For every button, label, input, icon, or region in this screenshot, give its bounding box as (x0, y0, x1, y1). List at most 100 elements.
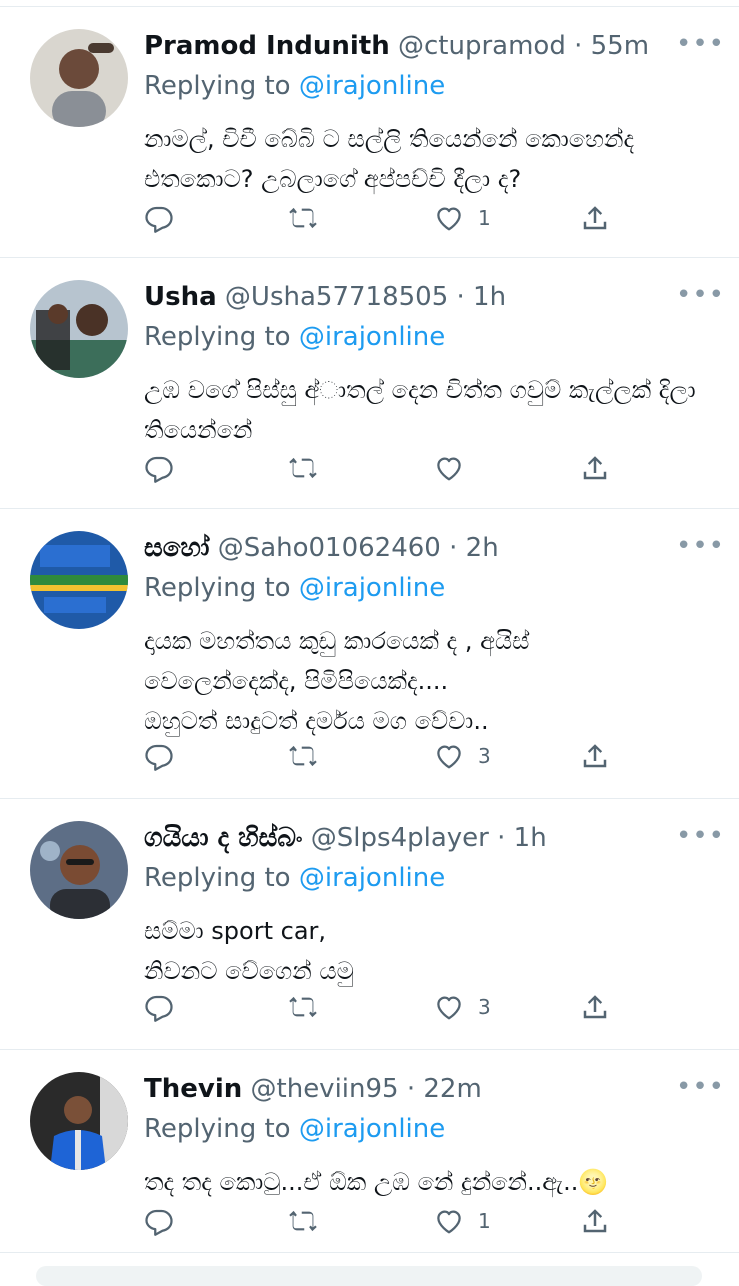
share-button[interactable] (580, 448, 610, 488)
avatar[interactable] (30, 821, 128, 919)
avatar[interactable] (30, 531, 128, 629)
retweet-button[interactable] (288, 198, 318, 238)
reply-button[interactable] (144, 987, 174, 1027)
timestamp[interactable]: 55m (591, 31, 649, 61)
dot-separator: · (488, 823, 514, 853)
dot-separator: · (448, 282, 474, 312)
display-name[interactable]: ගයියා ද හිස්බං (144, 823, 303, 853)
heart-icon (437, 457, 461, 481)
display-name[interactable]: Pramod Indunith (144, 31, 390, 61)
tweet-actions: 1 (144, 1201, 614, 1241)
user-handle[interactable]: @Slps4player (311, 823, 489, 853)
tweet-text: තද තද කොටු...ඒ ඕක උඹ නේ දුන්නේ..ඇ..🌝 (144, 1168, 609, 1196)
like-count: 1 (478, 206, 491, 230)
like-button[interactable]: 1 (434, 1201, 491, 1241)
tweet-actions (144, 448, 614, 488)
retweet-icon (289, 457, 317, 479)
timestamp[interactable]: 2h (466, 533, 499, 563)
tweet-header: සහෝ @Saho01062460 · 2h (144, 531, 499, 565)
avatar[interactable] (30, 1072, 128, 1170)
dot-separator: · (398, 1074, 424, 1104)
tweet-text: උඹ වගේ පිස්සු අ්ාතල් දෙන චිත්ත ගවුම් කැල… (144, 376, 696, 444)
display-name[interactable]: සහෝ (144, 533, 209, 563)
display-name[interactable]: Thevin (144, 1074, 242, 1104)
share-button[interactable] (580, 1201, 610, 1241)
replying-to: Replying to @irajonline (144, 320, 445, 354)
retweet-button[interactable] (288, 1201, 318, 1241)
like-button[interactable]: 3 (434, 736, 491, 776)
like-count: 1 (478, 1209, 491, 1233)
avatar[interactable] (30, 280, 128, 378)
share-icon (583, 456, 607, 480)
tweet-reply[interactable]: ගයියා ද හිස්බං @Slps4player · 1h ••• Rep… (0, 799, 739, 1050)
tweet-header: Thevin @theviin95 · 22m (144, 1072, 482, 1106)
tweet-text: සම්මා sport car, නිවනට වේගෙන් යමු (144, 917, 354, 985)
tweet-header: Usha @Usha57718505 · 1h (144, 280, 506, 314)
dot-separator: · (440, 533, 466, 563)
like-button[interactable]: 1 (434, 198, 491, 238)
tweet-reply[interactable]: Usha @Usha57718505 · 1h ••• Replying to … (0, 258, 739, 509)
more-options-icon[interactable]: ••• (676, 280, 724, 310)
reply-button[interactable] (144, 198, 174, 238)
reply-button[interactable] (144, 1201, 174, 1241)
reply-composer-bar[interactable] (36, 1266, 702, 1286)
more-options-icon[interactable]: ••• (676, 1072, 724, 1102)
timestamp[interactable]: 1h (514, 823, 547, 853)
reply-icon (145, 206, 173, 233)
avatar[interactable] (30, 29, 128, 127)
user-handle[interactable]: @theviin95 (251, 1074, 399, 1104)
replying-label: Replying to (144, 1114, 291, 1144)
share-button[interactable] (580, 198, 610, 238)
replying-handle-link[interactable]: @irajonline (299, 322, 445, 352)
tweet-reply[interactable]: සහෝ @Saho01062460 · 2h ••• Replying to @… (0, 509, 739, 799)
like-button[interactable]: 3 (434, 987, 491, 1027)
replying-handle-link[interactable]: @irajonline (299, 71, 445, 101)
like-button[interactable] (434, 448, 478, 488)
user-handle[interactable]: @Saho01062460 (218, 533, 441, 563)
reply-icon (145, 1209, 173, 1236)
heart-icon (437, 207, 461, 231)
tweet-header: Pramod Indunith @ctupramod · 55m (144, 29, 649, 63)
timestamp[interactable]: 22m (423, 1074, 481, 1104)
share-button[interactable] (580, 736, 610, 776)
heart-icon (437, 996, 461, 1020)
replying-handle-link[interactable]: @irajonline (299, 573, 445, 603)
replying-handle-link[interactable]: @irajonline (299, 1114, 445, 1144)
retweet-button[interactable] (288, 987, 318, 1027)
share-icon (583, 1209, 607, 1233)
display-name[interactable]: Usha (144, 282, 217, 312)
dot-separator: · (565, 31, 591, 61)
replying-label: Replying to (144, 863, 291, 893)
more-options-icon[interactable]: ••• (676, 821, 724, 851)
tweet-header: ගයියා ද හිස්බං @Slps4player · 1h (144, 821, 547, 855)
top-divider (0, 0, 739, 7)
reply-icon (145, 744, 173, 771)
share-icon (583, 995, 607, 1019)
more-options-icon[interactable]: ••• (676, 29, 724, 59)
retweet-button[interactable] (288, 448, 318, 488)
share-button[interactable] (580, 987, 610, 1027)
retweet-button[interactable] (288, 736, 318, 776)
tweet-reply[interactable]: Pramod Indunith @ctupramod · 55m ••• Rep… (0, 7, 739, 258)
heart-icon (437, 745, 461, 769)
tweet-actions: 3 (144, 987, 614, 1027)
retweet-icon (289, 1210, 317, 1232)
heart-icon (437, 1210, 461, 1234)
tweet-reply[interactable]: Thevin @theviin95 · 22m ••• Replying to … (0, 1050, 739, 1253)
replying-to: Replying to @irajonline (144, 571, 445, 605)
tweet-text: නාමල්, චිචී බේබි ට සල්ලි තියෙන්නේ කොහෙන්… (144, 125, 635, 193)
replying-handle-link[interactable]: @irajonline (299, 863, 445, 893)
replying-label: Replying to (144, 71, 291, 101)
timestamp[interactable]: 1h (473, 282, 506, 312)
reply-button[interactable] (144, 736, 174, 776)
replying-to: Replying to @irajonline (144, 69, 445, 103)
replying-to: Replying to @irajonline (144, 861, 445, 895)
more-options-icon[interactable]: ••• (676, 531, 724, 561)
user-handle[interactable]: @Usha57718505 (225, 282, 448, 312)
tweet-actions: 3 (144, 736, 614, 776)
reply-button[interactable] (144, 448, 174, 488)
user-handle[interactable]: @ctupramod (398, 31, 566, 61)
retweet-icon (289, 745, 317, 767)
reply-icon (145, 456, 173, 483)
retweet-icon (289, 996, 317, 1018)
